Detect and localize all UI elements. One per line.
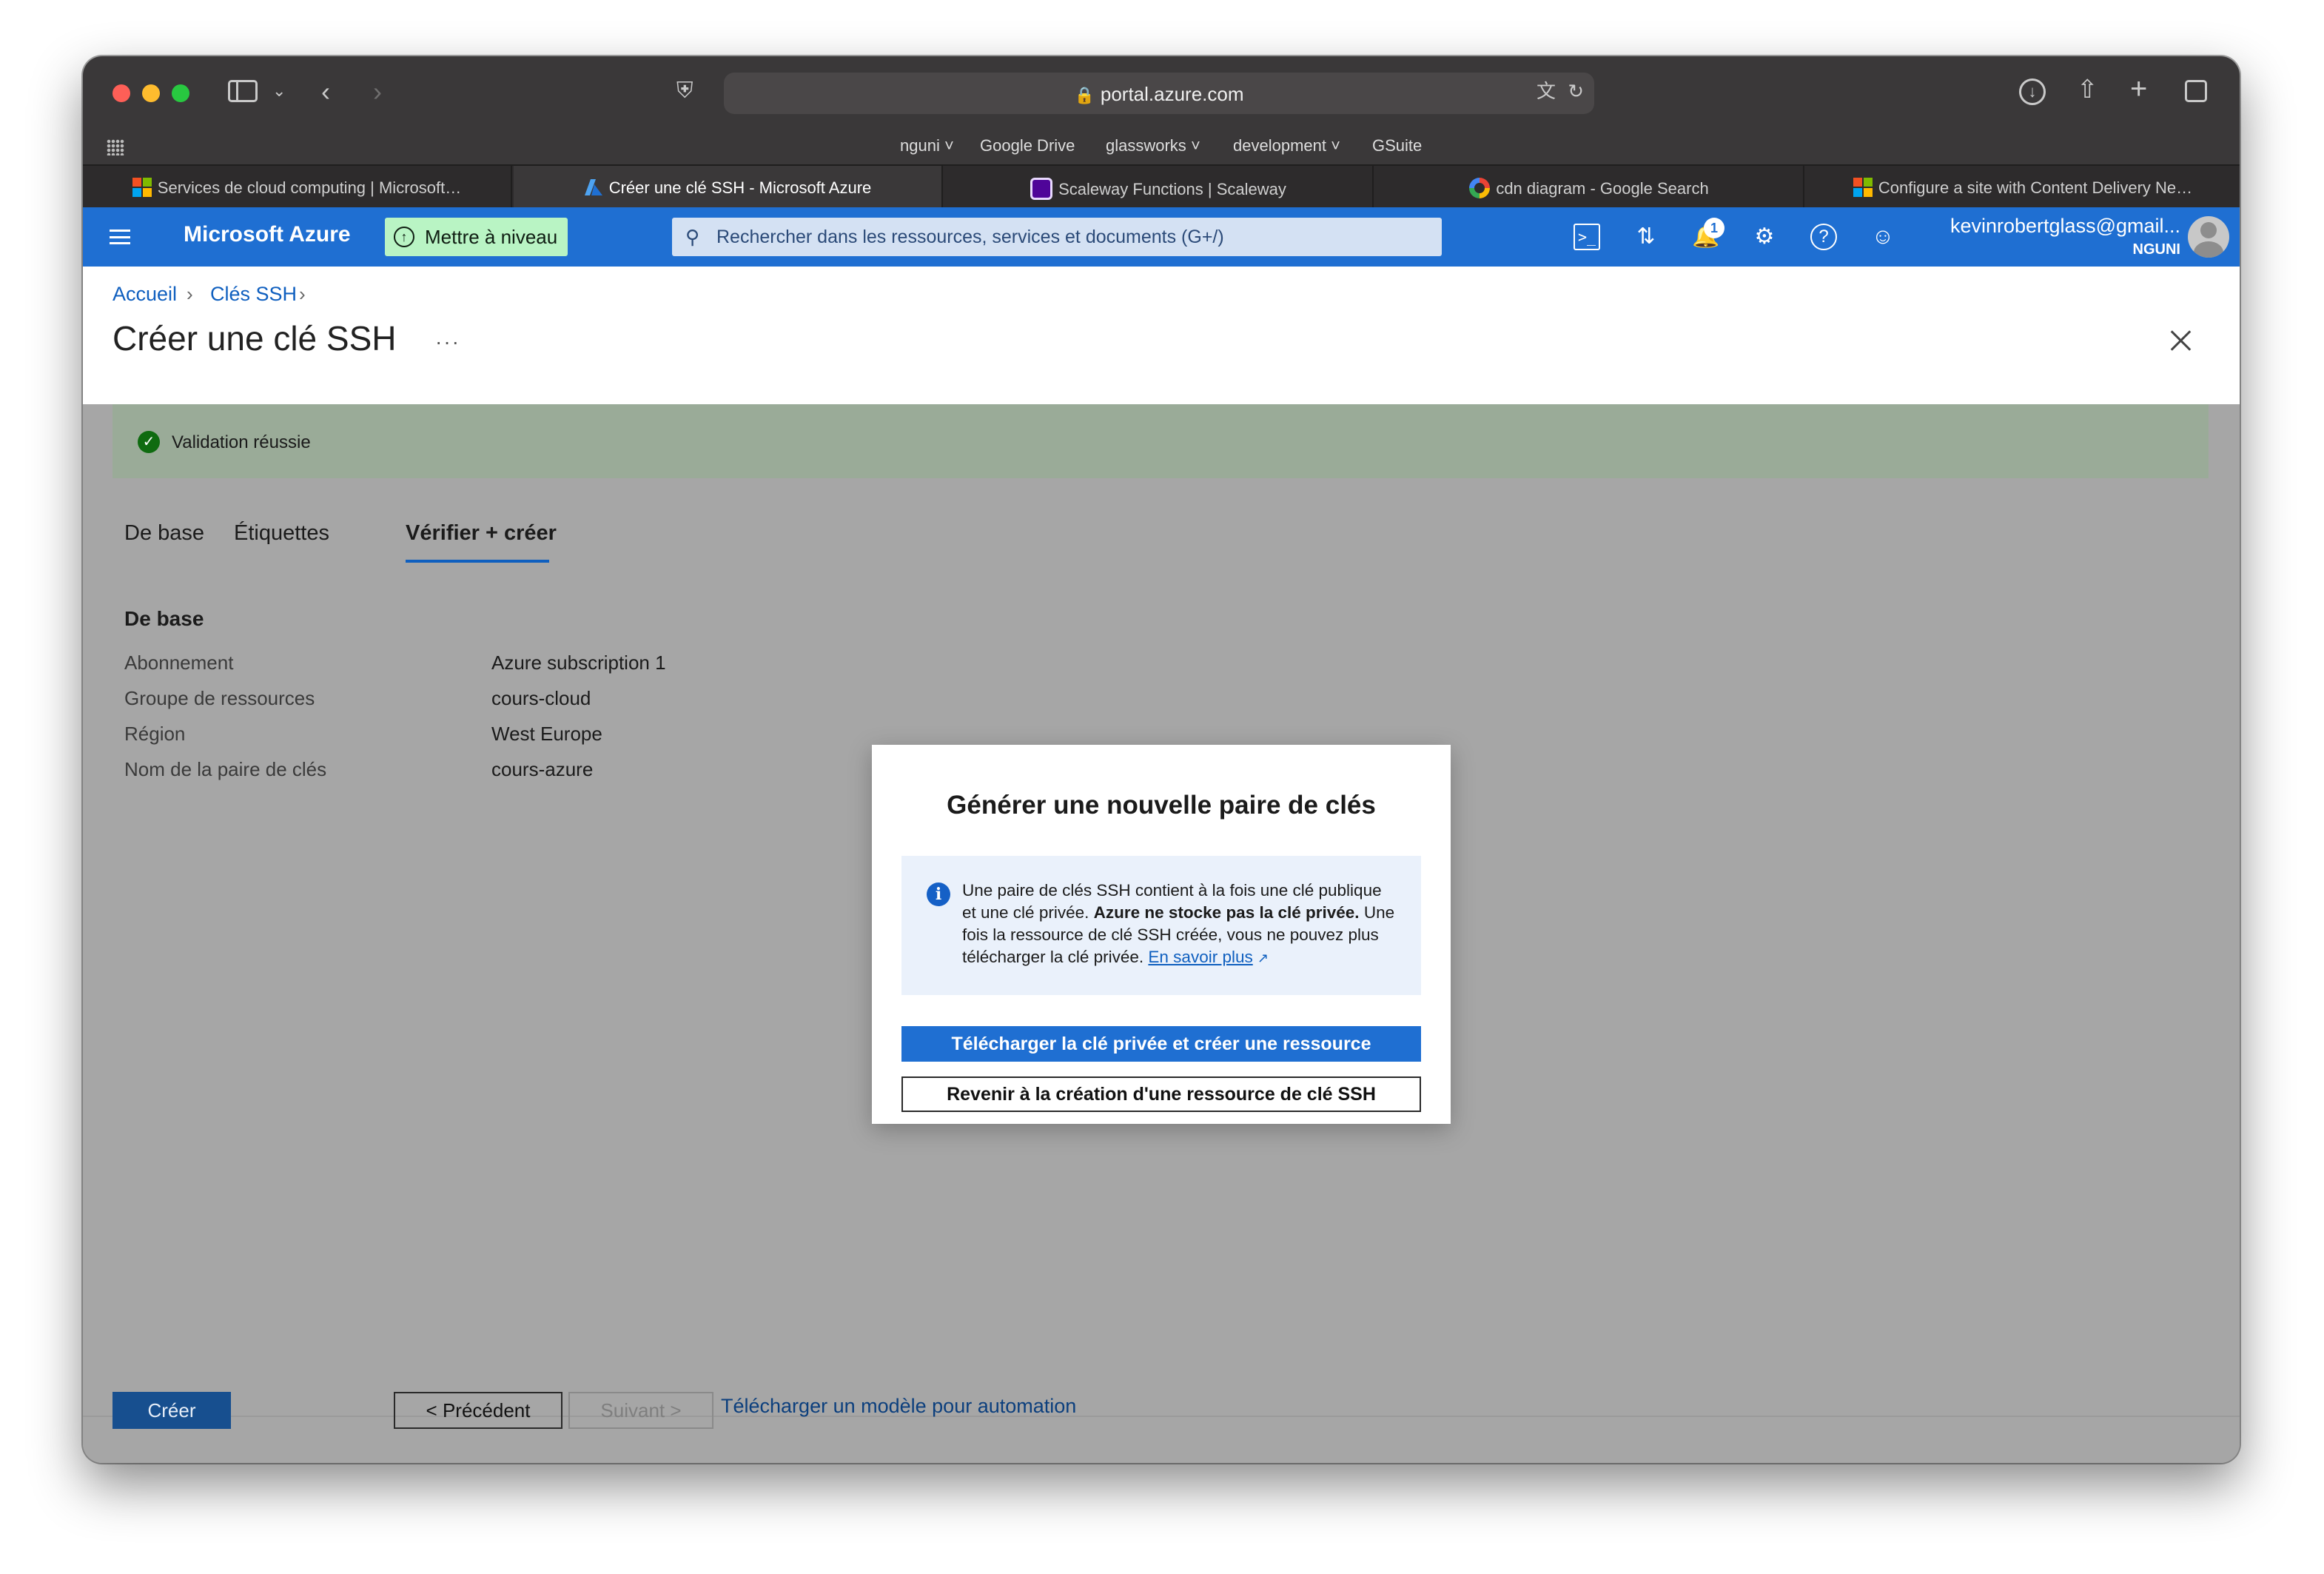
- minimize-window-button[interactable]: [142, 84, 160, 102]
- create-button[interactable]: Créer: [112, 1392, 231, 1429]
- check-circle-icon: ✓: [138, 431, 160, 453]
- sidebar-toggle-icon[interactable]: [228, 80, 258, 102]
- global-search-input[interactable]: ⚲ Rechercher dans les ressources, servic…: [672, 218, 1442, 256]
- favorite-item[interactable]: nguni ˅: [900, 136, 954, 155]
- field-value: cours-azure: [491, 758, 594, 780]
- favorite-item[interactable]: development ˅: [1233, 136, 1340, 155]
- next-button[interactable]: Suivant >: [568, 1392, 713, 1429]
- chevron-down-icon: ˅: [1190, 136, 1200, 155]
- generate-key-pair-dialog: Générer une nouvelle paire de clés i Une…: [872, 745, 1451, 1124]
- close-window-button[interactable]: [112, 84, 130, 102]
- chevron-down-icon[interactable]: ⌄: [272, 83, 286, 99]
- azure-logo-icon: [584, 179, 602, 195]
- active-tab-indicator: [406, 560, 549, 563]
- search-placeholder: Rechercher dans les ressources, services…: [716, 227, 1224, 247]
- validation-banner: ✓ Validation réussie: [112, 404, 2209, 478]
- return-to-create-button[interactable]: Revenir à la création d'une ressource de…: [901, 1076, 1421, 1112]
- microsoft-logo-icon: [132, 178, 152, 197]
- directory-filter-icon[interactable]: ⇅: [1633, 224, 1659, 250]
- chevron-right-icon: ›: [187, 283, 193, 305]
- favorite-item[interactable]: GSuite: [1372, 136, 1422, 155]
- page-header: Accueil › Clés SSH › Créer une clé SSH ·…: [83, 267, 2240, 404]
- close-icon[interactable]: [2166, 326, 2195, 355]
- field-label: Groupe de ressources: [124, 687, 315, 709]
- external-link-icon: ↗: [1257, 951, 1269, 965]
- url-text: portal.azure.com: [1100, 83, 1244, 105]
- zoom-window-button[interactable]: [172, 84, 189, 102]
- browser-window: ⌄ ‹ › ⛨ 🔒 portal.azure.com 文 ↻ ↓ ⇧ + ngun…: [83, 56, 2240, 1463]
- share-icon[interactable]: ⇧: [2077, 77, 2098, 102]
- address-bar[interactable]: 🔒 portal.azure.com 文 ↻: [724, 73, 1594, 114]
- info-message-box: i Une paire de clés SSH contient à la fo…: [901, 856, 1421, 995]
- tab-bar: Services de cloud computing | Microsoft……: [83, 164, 2240, 207]
- avatar[interactable]: [2188, 216, 2229, 258]
- menu-icon[interactable]: [110, 230, 130, 244]
- download-private-key-button[interactable]: Télécharger la clé privée et créer une r…: [901, 1026, 1421, 1062]
- more-options-icon[interactable]: ···: [435, 330, 460, 354]
- help-icon[interactable]: ?: [1810, 224, 1837, 250]
- settings-gear-icon[interactable]: ⚙: [1751, 224, 1778, 250]
- account-directory: NGUNI: [2132, 241, 2180, 258]
- page-title: Créer une clé SSH: [112, 319, 397, 358]
- browser-tab[interactable]: cdn diagram - Google Search: [1375, 166, 1804, 207]
- field-value: cours-cloud: [491, 687, 591, 709]
- browser-tab-active[interactable]: Créer une clé SSH - Microsoft Azure: [514, 166, 943, 207]
- browser-tab[interactable]: Services de cloud computing | Microsoft…: [83, 166, 512, 207]
- section-title: De base: [124, 607, 204, 630]
- field-value: Azure subscription 1: [491, 652, 666, 674]
- field-label: Abonnement: [124, 652, 234, 674]
- account-email[interactable]: kevinrobertglass@gmail...: [1950, 215, 2180, 238]
- browser-tab[interactable]: Scaleway Functions | Scaleway: [944, 166, 1374, 207]
- download-template-link[interactable]: Télécharger un modèle pour automation: [721, 1395, 1076, 1418]
- cloud-shell-icon[interactable]: >_: [1574, 224, 1600, 250]
- favorite-item[interactable]: glassworks ˅: [1106, 136, 1200, 155]
- privacy-shield-icon[interactable]: ⛨: [676, 80, 693, 102]
- field-value: West Europe: [491, 723, 602, 745]
- favorites-bar: nguni ˅ Google Drive glassworks ˅ develo…: [83, 130, 2240, 164]
- microsoft-logo-icon: [1853, 178, 1873, 197]
- reload-icon[interactable]: ↻: [1568, 81, 1584, 101]
- scaleway-logo-icon: [1030, 178, 1053, 200]
- validation-message: Validation réussie: [172, 432, 311, 452]
- feedback-icon[interactable]: ☺: [1870, 224, 1896, 250]
- chevron-down-icon: ˅: [1331, 136, 1340, 155]
- field-label: Région: [124, 723, 186, 745]
- new-tab-icon[interactable]: +: [2130, 74, 2147, 104]
- breadcrumb-home[interactable]: Accueil: [112, 283, 177, 306]
- notification-count-badge: 1: [1704, 218, 1724, 238]
- azure-brand[interactable]: Microsoft Azure: [184, 222, 351, 247]
- google-logo-icon: [1469, 178, 1491, 198]
- azure-top-bar: Microsoft Azure ↑ Mettre à niveau ⚲ Rech…: [83, 207, 2240, 267]
- info-icon: i: [927, 883, 950, 906]
- browser-tab[interactable]: Configure a site with Content Delivery N…: [1806, 166, 2240, 207]
- browser-toolbar: ⌄ ‹ › ⛨ 🔒 portal.azure.com 文 ↻ ↓ ⇧ +: [83, 56, 2240, 130]
- tab-basics[interactable]: De base: [124, 521, 204, 546]
- upgrade-button[interactable]: ↑ Mettre à niveau: [385, 218, 568, 256]
- arrow-up-icon: ↑: [394, 227, 414, 247]
- apps-grid-icon[interactable]: [107, 139, 124, 155]
- lock-icon: 🔒: [1074, 86, 1095, 104]
- downloads-icon[interactable]: ↓: [2019, 78, 2046, 105]
- translate-icon[interactable]: 文: [1537, 81, 1556, 101]
- tab-tags[interactable]: Étiquettes: [234, 521, 329, 546]
- search-icon: ⚲: [685, 226, 700, 248]
- field-label: Nom de la paire de clés: [124, 758, 327, 780]
- favorite-item[interactable]: Google Drive: [980, 136, 1075, 155]
- learn-more-link[interactable]: En savoir plus: [1148, 948, 1252, 966]
- back-arrow-icon[interactable]: ‹: [321, 78, 330, 105]
- tab-overview-icon[interactable]: [2185, 80, 2207, 102]
- dialog-title: Générer une nouvelle paire de clés: [947, 791, 1376, 820]
- previous-button[interactable]: < Précédent: [394, 1392, 562, 1429]
- forward-arrow-icon[interactable]: ›: [373, 78, 382, 105]
- info-message: Une paire de clés SSH contient à la fois…: [962, 881, 1395, 966]
- chevron-down-icon: ˅: [944, 136, 954, 155]
- breadcrumb-ssh-keys[interactable]: Clés SSH: [210, 283, 297, 306]
- tab-review-create[interactable]: Vérifier + créer: [406, 521, 557, 546]
- chevron-right-icon: ›: [299, 283, 306, 305]
